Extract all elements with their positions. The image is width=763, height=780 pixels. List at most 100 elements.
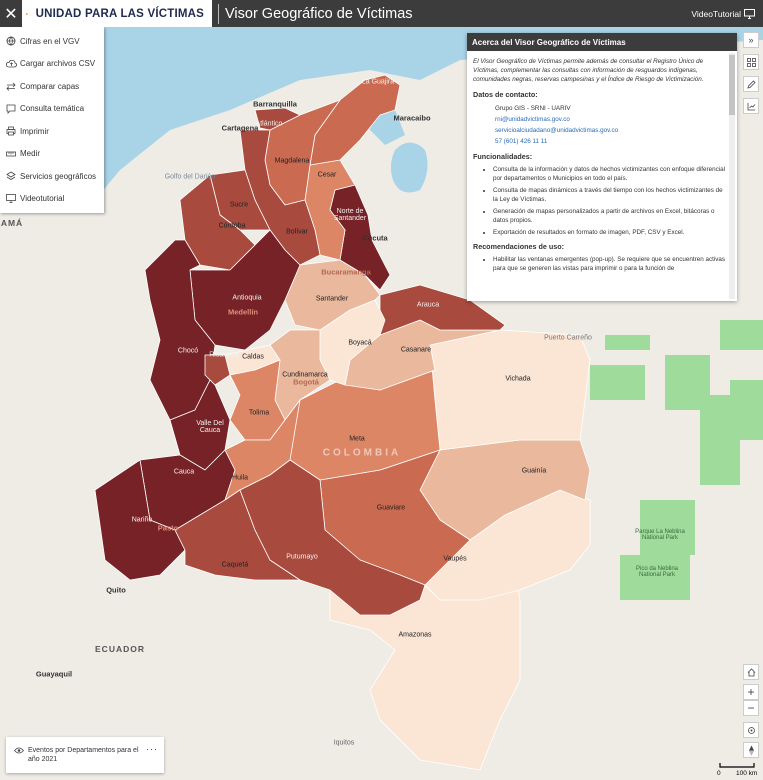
label-choco: Chocó	[177, 347, 199, 355]
video-tutorial-link[interactable]: VideoTutorial	[691, 8, 763, 19]
print-icon	[5, 125, 17, 137]
label-bolivar: Bolívar	[286, 228, 308, 236]
ruler-icon	[5, 148, 17, 160]
label-panama: AMÁ	[0, 218, 24, 228]
label-cauca: Cauca	[173, 468, 195, 476]
contact-heading: Datos de contacto:	[473, 90, 538, 99]
menu-item-videotutorial[interactable]: Videotutorial	[0, 188, 104, 211]
features-heading: Funcionalidades:	[473, 152, 533, 161]
rec-item: Habilitar las ventanas emergentes (pop-u…	[493, 255, 727, 273]
double-chevron-right-icon[interactable]: »	[743, 32, 759, 48]
label-cesar: Cesar	[317, 171, 337, 179]
label-antioquia: Antioquia	[232, 294, 262, 302]
menu-item-label: Cifras en el VGV	[20, 36, 80, 46]
zoom-in-icon[interactable]: +	[743, 684, 759, 700]
close-icon[interactable]: ✕	[0, 0, 22, 27]
label-putumayo: Caquetá	[221, 561, 249, 569]
menu-item-label: Comparar capas	[20, 81, 80, 91]
label-la-guajira: La Guajira	[361, 78, 395, 86]
compass-icon[interactable]	[743, 742, 759, 758]
label-bucaramanga: Bucaramanga	[321, 267, 371, 277]
label-narino: Nariño	[131, 516, 153, 524]
compare-arrows-icon	[5, 80, 17, 92]
menu-item-cargar-csv[interactable]: Cargar archivos CSV	[0, 53, 104, 76]
about-panel-title: Acerca del Visor Geográfico de Víctimas	[467, 33, 737, 51]
feature-item: Generación de mapas personalizados a par…	[493, 207, 727, 225]
label-maracaibo: Maracaibo	[393, 113, 431, 123]
about-panel-body[interactable]: El Visor Geográfico de Víctimas permite …	[467, 51, 737, 301]
side-menu: Cifras en el VGV Cargar archivos CSV Com…	[0, 27, 104, 213]
chart-icon[interactable]	[743, 98, 759, 114]
home-icon[interactable]	[743, 664, 759, 680]
menu-item-label: Servicios geográficos	[20, 171, 97, 181]
label-golfo: Golfo del Darién	[164, 173, 216, 181]
label-boyaca: Boyacá	[348, 339, 372, 347]
menu-item-label: Imprimir	[20, 126, 49, 136]
layer-legend[interactable]: Eventos por Departamentos para el año 20…	[6, 737, 164, 773]
recs-heading: Recomendaciones de uso:	[473, 242, 565, 251]
label-colombia: COLOMBIA	[322, 447, 402, 459]
menu-item-label: Cargar archivos CSV	[20, 59, 96, 69]
feature-item: Consulta de mapas dinámicos a través del…	[493, 186, 727, 204]
label-puerto-carreno: Puerto Carreño	[544, 334, 592, 342]
label-caldas: Caldas	[242, 353, 264, 361]
label-guainia: Guainía	[521, 467, 547, 475]
org-logo[interactable]: UNIDAD PARA LAS VÍCTIMAS	[22, 0, 212, 27]
contact-email-link[interactable]: servicioalciudadano@unidadvictimas.gov.c…	[495, 125, 727, 136]
label-quito: Quito	[106, 585, 126, 595]
label-tolima: Tolima	[248, 409, 270, 417]
contact-group: Grupo GIS - SRNI - UARIV	[495, 105, 571, 112]
menu-item-comparar[interactable]: Comparar capas	[0, 75, 104, 98]
lake-maracaibo	[390, 142, 428, 193]
zoom-out-icon[interactable]: −	[743, 700, 759, 716]
monitor-icon	[5, 193, 17, 205]
menu-item-imprimir[interactable]: Imprimir	[0, 120, 104, 143]
chat-icon	[5, 103, 17, 115]
label-park-pico: Pico da Neblina National Park	[635, 566, 679, 578]
monitor-icon	[744, 8, 755, 19]
scale-bar: 0 100 km	[716, 762, 758, 778]
label-medellin: Medellín	[227, 307, 259, 317]
grid-icon[interactable]	[743, 54, 759, 70]
label-amazonas: Amazonas	[398, 631, 432, 639]
eye-icon[interactable]	[13, 747, 25, 756]
label-casanare: Casanare	[400, 346, 432, 354]
label-bogota: Bogotá	[293, 377, 319, 387]
label-vichada: Vichada	[505, 375, 531, 383]
menu-item-cifras[interactable]: Cifras en el VGV	[0, 30, 104, 53]
more-options-icon[interactable]: ···	[146, 745, 158, 754]
label-arauca: Arauca	[416, 301, 440, 309]
label-valle: Valle Del Cauca	[196, 420, 224, 434]
label-risaralda: Risaralda	[209, 351, 239, 359]
label-sucre: Sucre	[229, 201, 249, 209]
label-guaviare: Guaviare	[376, 504, 406, 512]
about-scrollbar[interactable]	[729, 53, 735, 299]
contact-email-link[interactable]: rni@unidadvictimas.gov.co	[495, 114, 727, 125]
label-norte-santander: Norte de Santander	[333, 208, 367, 222]
globe-icon	[5, 35, 17, 47]
label-magdalena: Magdalena	[274, 157, 310, 165]
feature-item: Exportación de resultados en formato de …	[493, 228, 727, 237]
cloud-upload-icon	[5, 58, 17, 70]
locate-icon[interactable]	[743, 722, 759, 738]
label-barranquilla: Barranquilla	[253, 99, 297, 109]
pencil-icon[interactable]	[743, 76, 759, 92]
scale-bar-line	[719, 763, 755, 768]
label-guayaquil: Guayaquil	[35, 669, 73, 679]
feature-item: Consulta de la información y datos de he…	[493, 165, 727, 183]
label-pasto: Pasto	[157, 523, 179, 533]
org-name: UNIDAD PARA LAS VÍCTIMAS	[35, 7, 204, 20]
label-cucuta: Cúcuta	[362, 233, 388, 243]
menu-item-servicios[interactable]: Servicios geográficos	[0, 165, 104, 188]
contact-block: Grupo GIS - SRNI - UARIV rni@unidadvicti…	[473, 103, 727, 147]
about-intro: El Visor Geográfico de Víctimas permite …	[473, 58, 704, 83]
scrollbar-thumb[interactable]	[729, 55, 735, 115]
menu-item-label: Videotutorial	[20, 194, 65, 204]
menu-item-medir[interactable]: Medir	[0, 143, 104, 166]
contact-phone[interactable]: 57 (601) 426 11 11	[495, 136, 727, 147]
dept-vichada	[429, 329, 591, 451]
label-ecuador: ECUADOR	[95, 644, 145, 654]
menu-item-consulta[interactable]: Consulta temática	[0, 98, 104, 121]
label-santander: Santander	[315, 295, 349, 303]
label-caqueta: Putumayo	[286, 553, 318, 561]
